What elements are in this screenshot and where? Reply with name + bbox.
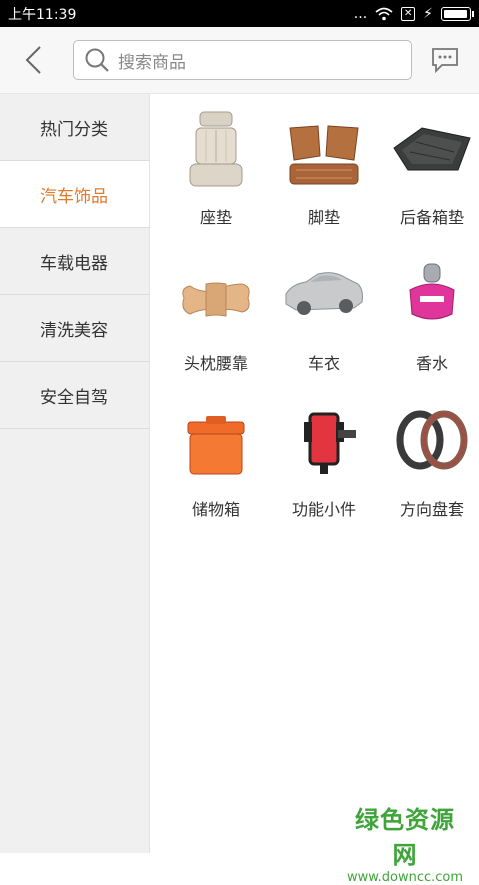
watermark-url: www.downcc.com (346, 870, 464, 885)
sidebar-item-hot[interactable]: 热门分类 (0, 94, 149, 161)
product-label: 后备箱垫 (399, 208, 464, 227)
steering-wheel-cover-image (396, 410, 468, 470)
search-placeholder: 搜索商品 (118, 52, 186, 73)
status-time: 上午11:39 (8, 6, 77, 23)
phone-holder-image (304, 412, 356, 474)
product-label: 功能小件 (291, 500, 356, 519)
floor-mat-image (289, 125, 359, 185)
product-perfume[interactable]: 香水 (377, 240, 479, 386)
watermark: 绿色资源网 www.downcc.com (345, 800, 465, 885)
trunk-mat-image (393, 127, 471, 171)
status-icons: ... ✕ ⚡ (353, 5, 474, 22)
sidebar-item-car-accessories[interactable]: 汽车饰品 (0, 161, 149, 228)
product-seat-cushion[interactable]: 座垫 (161, 94, 271, 240)
top-bar: 搜索商品 (0, 27, 479, 94)
status-bar: 上午11:39 ... ✕ ⚡ (0, 0, 479, 27)
product-label: 香水 (415, 354, 448, 373)
product-label: 头枕腰靠 (183, 354, 248, 373)
product-car-cover[interactable]: 车衣 (269, 240, 379, 386)
message-icon[interactable] (430, 47, 460, 73)
product-headrest-pillow[interactable]: 头枕腰靠 (161, 240, 271, 386)
product-steering-wheel-cover[interactable]: 方向盘套 (377, 386, 479, 532)
search-input[interactable]: 搜索商品 (73, 40, 412, 80)
product-label: 方向盘套 (399, 500, 464, 519)
product-label: 脚垫 (307, 208, 340, 227)
sidebar-item-car-electronics[interactable]: 车载电器 (0, 228, 149, 295)
no-sim-icon: ✕ (401, 6, 416, 21)
headrest-pillow-image (182, 282, 250, 317)
search-icon (85, 48, 109, 72)
watermark-title: 绿色资源网 (355, 806, 455, 869)
more-dots-icon: ... (353, 5, 368, 22)
car-cover-image (285, 272, 363, 315)
product-label: 车衣 (307, 354, 340, 373)
product-phone-holder[interactable]: 功能小件 (269, 386, 379, 532)
perfume-image (409, 263, 455, 320)
product-label: 座垫 (199, 208, 232, 227)
charging-icon: ⚡ (423, 5, 433, 22)
back-arrow-icon[interactable] (18, 44, 50, 76)
product-storage-box[interactable]: 储物箱 (161, 386, 271, 532)
product-trunk-mat[interactable]: 后备箱垫 (377, 94, 479, 240)
product-floor-mat[interactable]: 脚垫 (269, 94, 379, 240)
battery-icon (441, 6, 474, 21)
wifi-icon (375, 7, 393, 20)
seat-cushion-image (189, 111, 243, 187)
storage-box-image (187, 416, 245, 475)
category-sidebar: 热门分类 汽车饰品 车载电器 清洗美容 安全自驾 (0, 94, 150, 853)
product-label: 储物箱 (191, 500, 240, 519)
sidebar-item-cleaning[interactable]: 清洗美容 (0, 295, 149, 362)
sidebar-item-safety[interactable]: 安全自驾 (0, 362, 149, 429)
